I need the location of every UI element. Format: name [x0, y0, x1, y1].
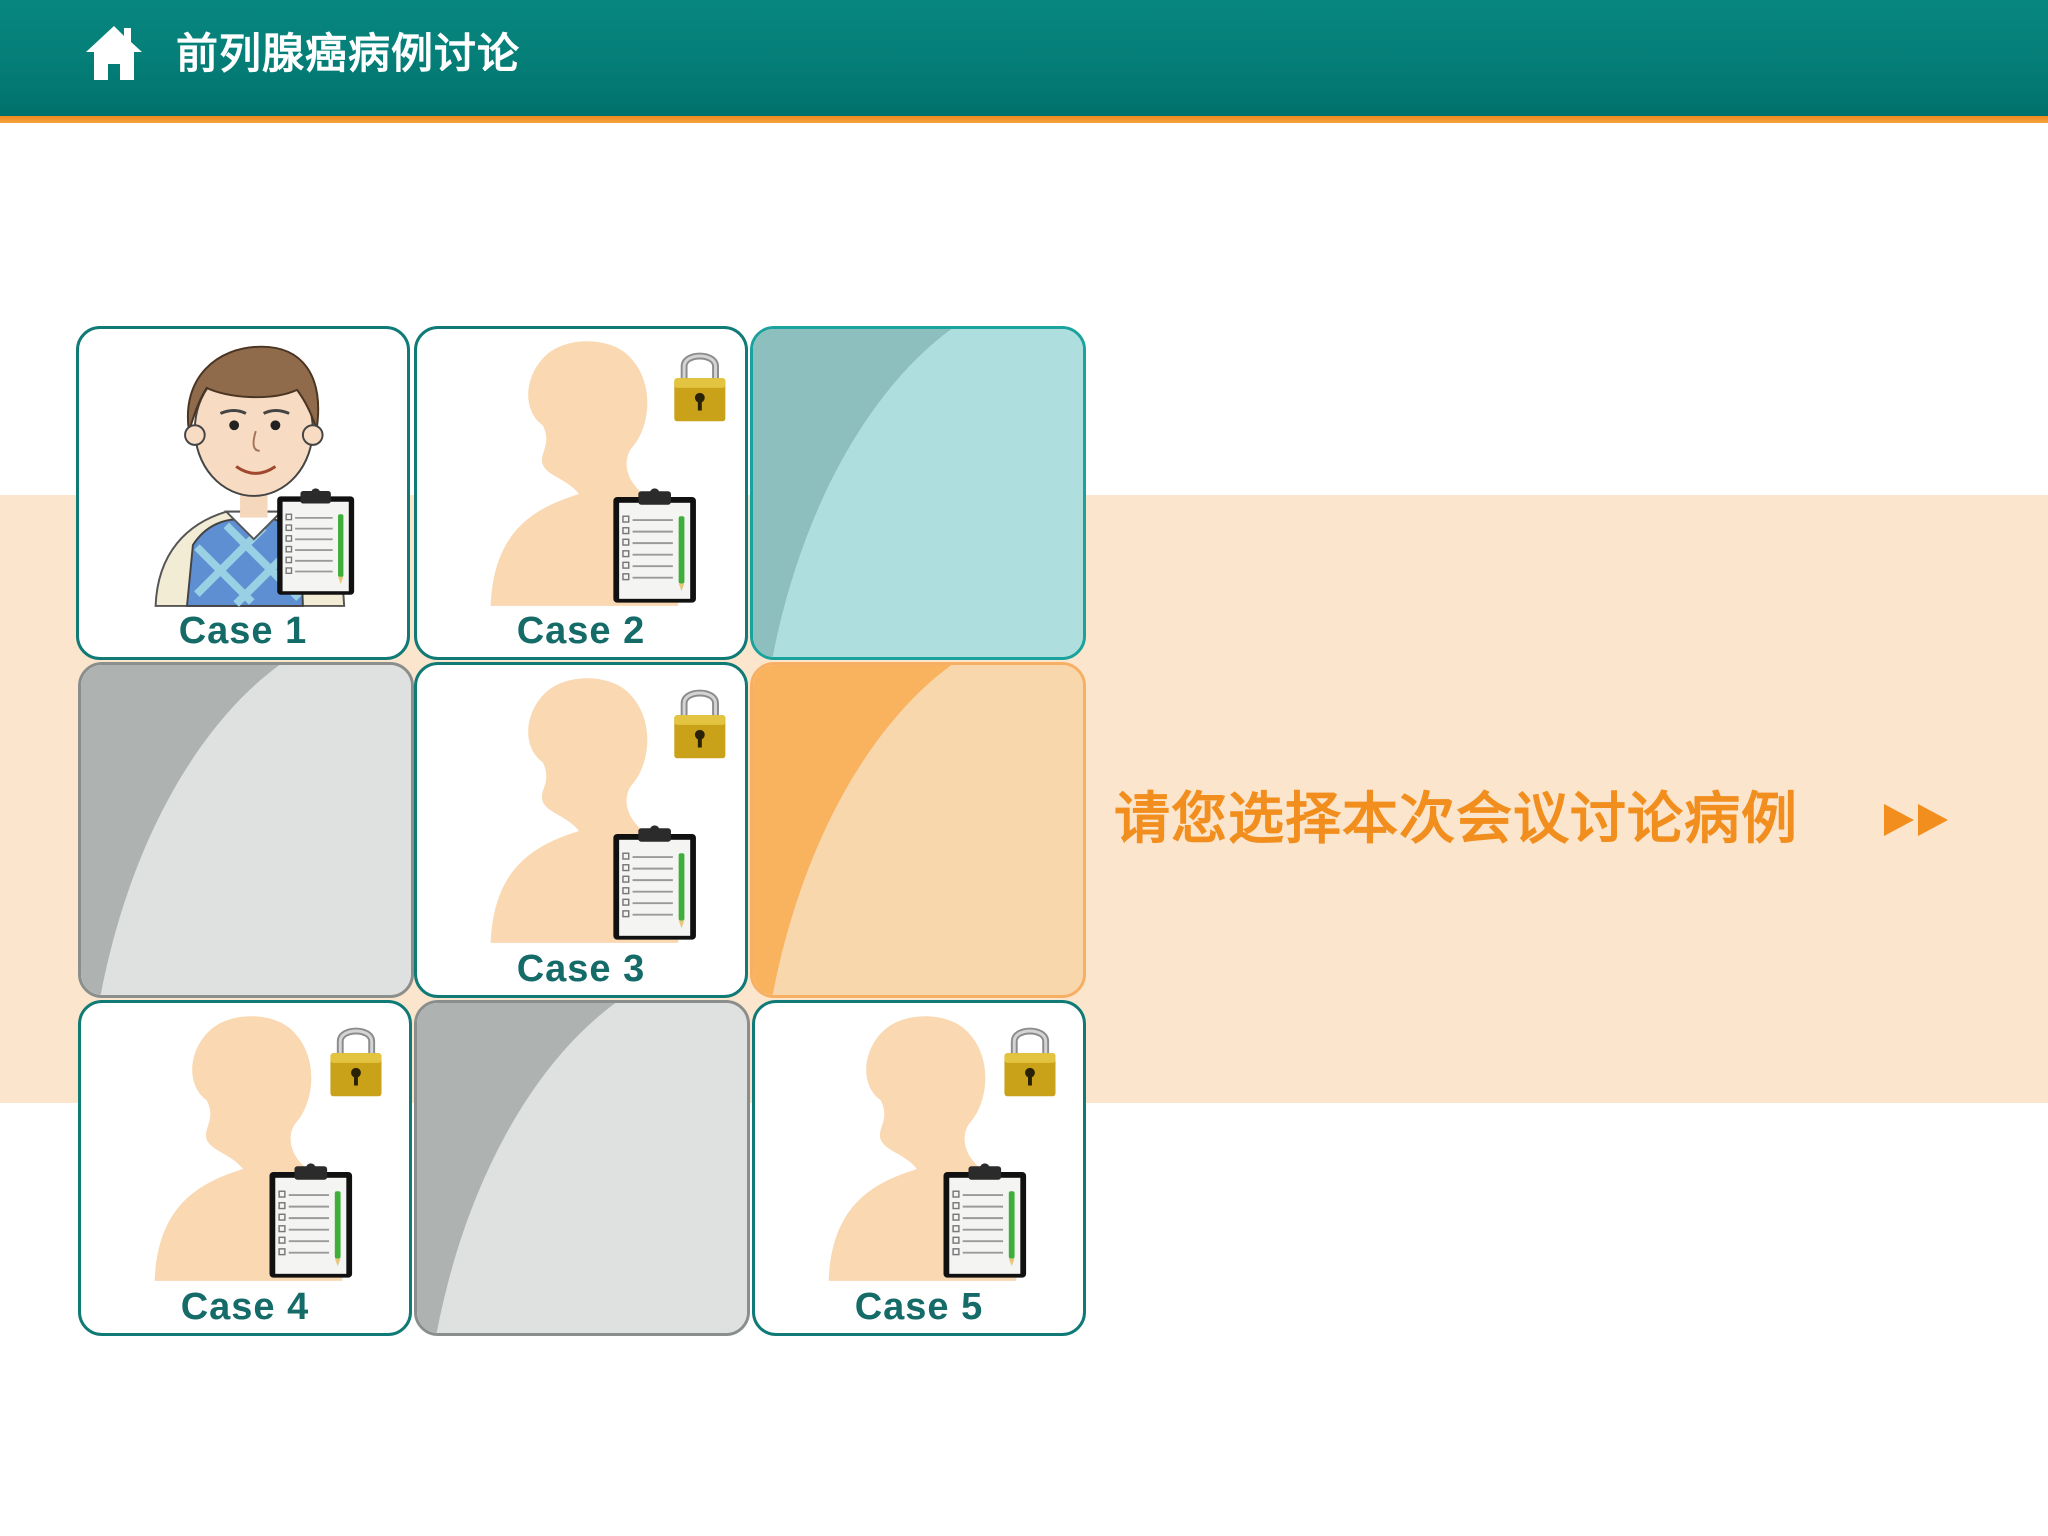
case-2-tile[interactable]: Case 2 [414, 326, 748, 660]
decorative-tile-orange [750, 662, 1086, 998]
case-3-label: Case 3 [516, 948, 646, 990]
select-case-prompt: 请您选择本次会议讨论病例 [1114, 787, 1798, 852]
decorative-tile-gray-2 [414, 1000, 750, 1336]
fast-forward-icon[interactable] [1884, 802, 1950, 838]
decorative-tile-teal [750, 326, 1086, 660]
case-3-tile[interactable]: Case 3 [414, 662, 748, 998]
case-5-tile[interactable]: Case 5 [752, 1000, 1086, 1336]
header-divider [0, 116, 2048, 123]
silhouette-icon [828, 1016, 1083, 1281]
case-1-tile[interactable]: Case 1 [76, 326, 410, 660]
silhouette-icon [490, 678, 745, 943]
decorative-tile-gray [78, 662, 414, 998]
silhouette-icon [490, 341, 745, 606]
home-icon[interactable] [84, 24, 144, 82]
case-5-label: Case 5 [854, 1286, 984, 1328]
page-title: 前列腺癌病例讨论 [176, 29, 521, 78]
case-1-label: Case 1 [178, 610, 308, 652]
case-2-label: Case 2 [516, 610, 646, 652]
patient-avatar-icon [154, 345, 356, 607]
silhouette-icon [154, 1016, 409, 1281]
case-4-tile[interactable]: Case 4 [78, 1000, 412, 1336]
case-4-label: Case 4 [180, 1286, 310, 1328]
header-bar: 前列腺癌病例讨论 [0, 0, 2048, 116]
